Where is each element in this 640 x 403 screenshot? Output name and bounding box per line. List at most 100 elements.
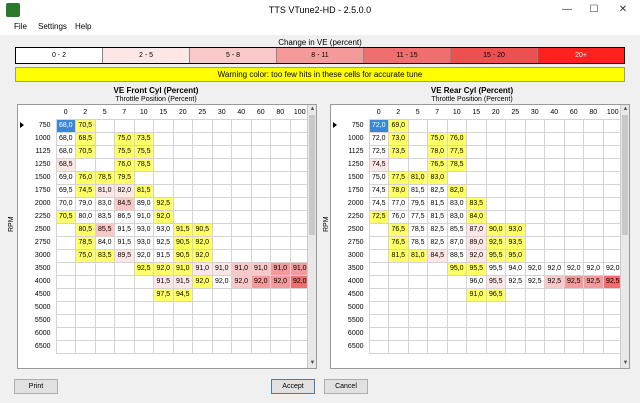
ve-cell[interactable]: 75,0 [427, 131, 448, 146]
table-row[interactable]: 2250 70,5 80,0 83,5 86,5 91,0 92,0 [20, 209, 310, 224]
table-row[interactable]: 1125 72,5 73,5 78,0 77,5 [333, 144, 623, 159]
ve-cell[interactable] [446, 170, 467, 185]
ve-cell[interactable] [544, 222, 565, 237]
ve-cell[interactable] [231, 196, 252, 211]
ve-cell[interactable] [55, 274, 76, 289]
table-row[interactable]: 1000 72,0 73,0 75,0 76,0 [333, 131, 623, 146]
ve-cell[interactable] [485, 118, 506, 133]
ve-cell[interactable] [114, 313, 135, 328]
ve-cell[interactable]: 94,5 [172, 287, 193, 302]
ve-cell[interactable] [544, 183, 565, 198]
scroll-down-icon[interactable]: ▼ [621, 359, 629, 368]
ve-cell[interactable] [270, 183, 291, 198]
ve-cell[interactable]: 91,0 [231, 261, 252, 276]
ve-cell[interactable]: 92,0 [270, 274, 291, 289]
scroll-down-icon[interactable]: ▼ [308, 359, 316, 368]
ve-cell[interactable] [388, 339, 409, 354]
ve-cell[interactable] [231, 339, 252, 354]
ve-cell[interactable] [250, 183, 271, 198]
ve-cell[interactable] [231, 118, 252, 133]
ve-cell[interactable]: 74,5 [368, 196, 389, 211]
ve-cell[interactable] [388, 300, 409, 315]
ve-cell[interactable]: 77,5 [407, 209, 428, 224]
ve-cell[interactable] [563, 287, 584, 302]
ve-cell[interactable]: 94,0 [505, 261, 526, 276]
ve-cell[interactable] [407, 144, 428, 159]
ve-cell[interactable]: 92,0 [544, 261, 565, 276]
ve-cell[interactable] [388, 326, 409, 341]
ve-cell[interactable]: 68,5 [75, 131, 96, 146]
ve-cell[interactable]: 82,5 [427, 235, 448, 250]
ve-cell[interactable] [250, 326, 271, 341]
ve-cell[interactable] [544, 235, 565, 250]
scroll-thumb[interactable] [622, 115, 628, 235]
ve-cell[interactable]: 73,0 [388, 131, 409, 146]
ve-cell[interactable] [211, 170, 232, 185]
ve-cell[interactable] [505, 170, 526, 185]
ve-cell[interactable]: 72,0 [368, 118, 389, 133]
ve-cell[interactable] [153, 339, 174, 354]
ve-cell[interactable] [192, 339, 213, 354]
ve-cell[interactable]: 86,5 [114, 209, 135, 224]
ve-cell[interactable] [563, 131, 584, 146]
ve-cell[interactable]: 81,0 [94, 183, 115, 198]
table-row[interactable]: 750 72,0 69,0 [333, 118, 623, 133]
ve-cell[interactable]: 70,0 [55, 196, 76, 211]
ve-cell[interactable] [583, 157, 604, 172]
ve-cell[interactable]: 76,5 [427, 157, 448, 172]
ve-cell[interactable]: 83,0 [446, 196, 467, 211]
ve-cell[interactable] [75, 313, 96, 328]
ve-cell[interactable]: 93,0 [153, 222, 174, 237]
ve-cell[interactable]: 91,0 [466, 287, 487, 302]
ve-cell[interactable] [368, 300, 389, 315]
ve-cell[interactable]: 68,5 [55, 157, 76, 172]
ve-cell[interactable]: 78,5 [407, 222, 428, 237]
ve-cell[interactable] [94, 274, 115, 289]
ve-cell[interactable] [75, 274, 96, 289]
ve-cell[interactable] [172, 183, 193, 198]
ve-cell[interactable] [75, 339, 96, 354]
ve-cell[interactable]: 92,0 [231, 274, 252, 289]
ve-cell[interactable] [270, 339, 291, 354]
ve-cell[interactable]: 78,5 [446, 157, 467, 172]
rear-ve-grid[interactable]: 0 2 5 7 10 15 20 25 30 40 60 80 100 750 72,0 69,0 1000 72… [330, 104, 630, 369]
table-row[interactable]: 2500 80,5 85,5 91,5 93,0 93,0 91,5 90,5 [20, 222, 310, 237]
ve-cell[interactable] [231, 170, 252, 185]
ve-cell[interactable] [524, 183, 545, 198]
ve-cell[interactable] [544, 287, 565, 302]
ve-cell[interactable] [485, 300, 506, 315]
ve-cell[interactable] [133, 313, 154, 328]
ve-cell[interactable] [485, 170, 506, 185]
ve-cell[interactable] [270, 144, 291, 159]
ve-cell[interactable] [250, 144, 271, 159]
ve-cell[interactable] [466, 118, 487, 133]
ve-cell[interactable] [485, 157, 506, 172]
ve-cell[interactable] [466, 313, 487, 328]
ve-cell[interactable]: 83,0 [427, 170, 448, 185]
ve-cell[interactable]: 74,5 [368, 183, 389, 198]
ve-cell[interactable] [583, 287, 604, 302]
ve-cell[interactable]: 92,0 [153, 261, 174, 276]
ve-cell[interactable]: 95,5 [466, 261, 487, 276]
ve-cell[interactable]: 91,0 [172, 261, 193, 276]
ve-cell[interactable] [172, 300, 193, 315]
ve-cell[interactable] [407, 261, 428, 276]
ve-cell[interactable]: 81,5 [427, 196, 448, 211]
ve-cell[interactable]: 90,5 [192, 222, 213, 237]
ve-cell[interactable] [211, 118, 232, 133]
ve-cell[interactable] [270, 118, 291, 133]
ve-cell[interactable] [250, 235, 271, 250]
ve-cell[interactable] [505, 339, 526, 354]
ve-cell[interactable] [388, 274, 409, 289]
ve-cell[interactable] [446, 274, 467, 289]
ve-cell[interactable]: 92,0 [192, 274, 213, 289]
ve-cell[interactable] [270, 326, 291, 341]
ve-cell[interactable] [270, 170, 291, 185]
ve-cell[interactable]: 92,5 [544, 274, 565, 289]
ve-cell[interactable] [407, 274, 428, 289]
ve-cell[interactable]: 75,0 [75, 248, 96, 263]
table-row[interactable]: 4000 96,0 95,5 92,5 92,5 92,5 92,5 92,5 92,5 [333, 274, 623, 289]
ve-cell[interactable]: 68,0 [55, 118, 76, 133]
ve-cell[interactable]: 91,5 [172, 274, 193, 289]
ve-cell[interactable] [250, 339, 271, 354]
